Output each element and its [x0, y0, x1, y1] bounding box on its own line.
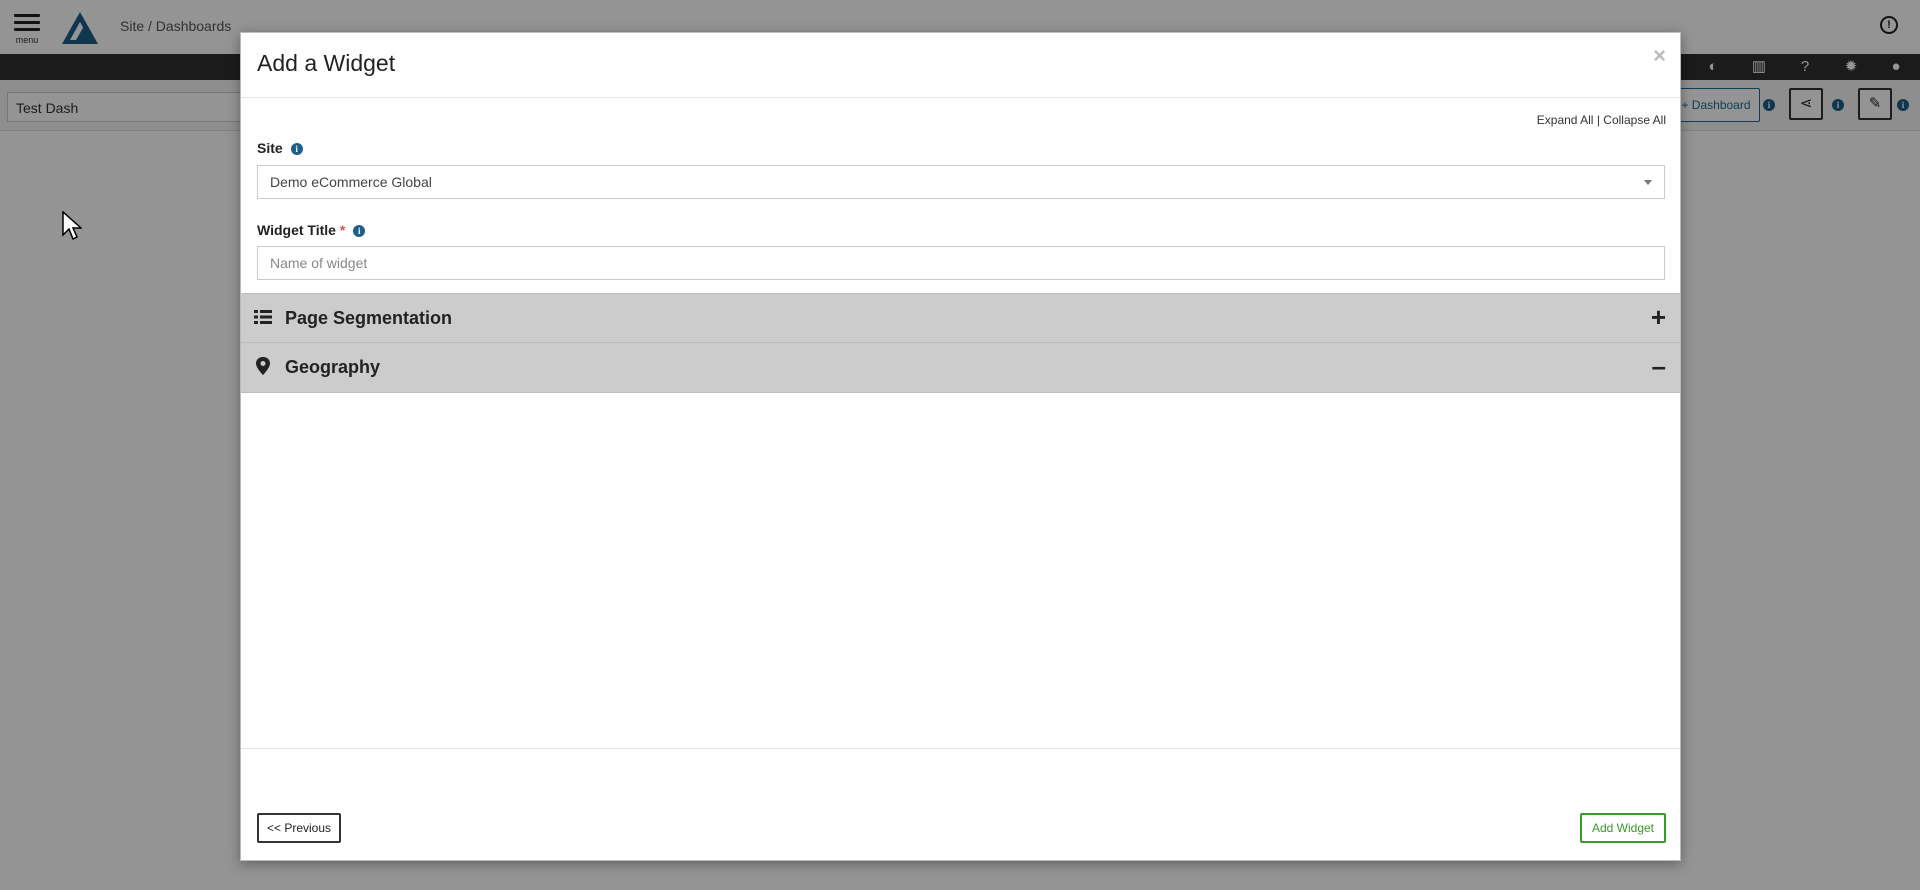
site-select[interactable]: Demo eCommerce Global	[257, 165, 1665, 199]
site-label: Site i	[257, 140, 303, 156]
collapse-icon[interactable]: –	[1652, 353, 1666, 379]
required-marker: *	[339, 222, 346, 238]
expand-collapse-links: Expand All | Collapse All	[1537, 113, 1666, 127]
info-icon[interactable]: i	[353, 225, 366, 237]
collapse-all-link[interactable]: Collapse All	[1603, 113, 1666, 127]
close-icon[interactable]: ×	[1653, 43, 1666, 69]
footer-divider	[241, 748, 1680, 749]
section-title: Page Segmentation	[285, 308, 453, 328]
section-title: Geography	[285, 357, 381, 377]
map-marker-icon	[256, 357, 270, 375]
modal-title: Add a Widget	[257, 50, 396, 76]
section-page-segmentation[interactable]: Page Segmentation +	[241, 293, 1680, 342]
modal-header: Add a Widget ×	[241, 33, 1680, 98]
widget-title-label: Widget Title * i	[257, 222, 366, 238]
site-select-value: Demo eCommerce Global	[270, 174, 432, 190]
info-icon[interactable]: i	[290, 143, 303, 155]
add-widget-button[interactable]: Add Widget	[1580, 813, 1666, 843]
mouse-cursor-icon	[62, 211, 82, 241]
section-geography[interactable]: Geography –	[241, 342, 1680, 393]
widget-title-input[interactable]	[257, 246, 1665, 280]
separator: |	[1596, 113, 1600, 127]
expand-icon[interactable]: +	[1651, 304, 1666, 330]
site-label-text: Site	[257, 140, 283, 156]
list-icon	[254, 310, 272, 324]
add-widget-modal: Add a Widget × Expand All | Collapse All…	[240, 32, 1681, 861]
previous-button[interactable]: << Previous	[257, 813, 341, 843]
expand-all-link[interactable]: Expand All	[1537, 113, 1594, 127]
chevron-down-icon	[1644, 180, 1652, 185]
widget-title-label-text: Widget Title	[257, 222, 336, 238]
